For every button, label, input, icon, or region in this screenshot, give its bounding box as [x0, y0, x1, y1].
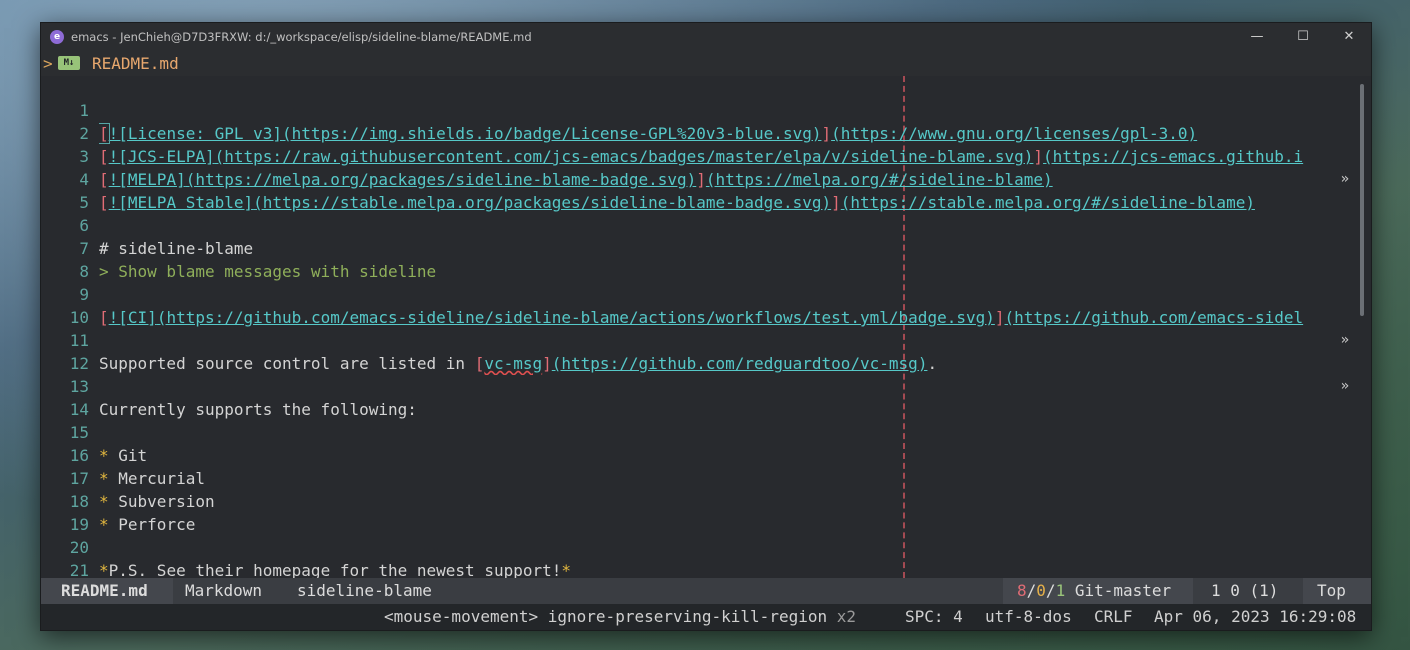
editor-line[interactable]: 13 Currently supports the following: [41, 352, 1351, 419]
echo-message: <mouse-movement> ignore-preserving-kill-… [384, 607, 857, 626]
editor-line[interactable]: 9 [![CI](https://github.com/emacs-sideli… [41, 260, 1351, 348]
editor-line[interactable]: 14 [41, 375, 1351, 419]
editor-line[interactable]: 10 [41, 283, 1351, 327]
echo-area[interactable]: <mouse-movement> ignore-preserving-kill-… [41, 604, 1371, 630]
emacs-icon: e [50, 30, 64, 44]
editor-line[interactable]: 4 [![MELPA Stable](https://stable.melpa.… [41, 145, 1351, 212]
line-number: 21 [69, 561, 89, 578]
modeline-vc-status[interactable]: 8/0/1 Git-master [1003, 578, 1193, 604]
buffer-file-name[interactable]: README.md [92, 51, 179, 76]
title-bar[interactable]: e emacs - JenChieh@D7D3FRXW: d:/_workspa… [41, 23, 1371, 51]
editor-line[interactable]: 11 Supported source control are listed i… [41, 306, 1351, 394]
editor-buffer[interactable]: 1 [![License: GPL v3](https://img.shield… [41, 76, 1371, 578]
modeline-buffer-name[interactable]: README.md [41, 578, 173, 604]
editor-line[interactable]: 2 [![JCS-ELPA](https://raw.githubusercon… [41, 99, 1351, 187]
editor-line[interactable]: 3 [![MELPA](https://melpa.org/packages/s… [41, 122, 1351, 189]
header-line: > M↓ README.md [41, 51, 1371, 76]
markdown-icon: M↓ [58, 56, 80, 70]
editor-line[interactable]: 18 * Perforce [41, 467, 1351, 534]
clock: Apr 06, 2023 16:29:08 [1154, 607, 1357, 626]
editor-line[interactable]: 21 [41, 536, 1351, 578]
editor-line[interactable]: 15 * Git [41, 398, 1351, 465]
indent-info: SPC: 4 [905, 607, 963, 626]
editor-line[interactable]: 1 [![License: GPL v3](https://img.shield… [41, 76, 1351, 144]
scrollbar[interactable] [1360, 84, 1364, 316]
maximize-button[interactable]: ☐ [1280, 25, 1326, 49]
editor-line[interactable]: 8 [41, 237, 1351, 281]
modeline-project: sideline-blame [297, 581, 432, 600]
editor-line[interactable]: 19 [41, 490, 1351, 534]
eol-info: CRLF [1094, 607, 1133, 626]
emacs-window: e emacs - JenChieh@D7D3FRXW: d:/_workspa… [40, 22, 1372, 631]
chevron-right-icon: > [43, 54, 53, 73]
editor-line[interactable]: 12 [41, 329, 1351, 373]
modeline-scroll: Top [1303, 578, 1371, 604]
encoding-info: utf-8-dos [985, 607, 1072, 626]
editor-line[interactable]: 5 [41, 168, 1351, 212]
window-title: emacs - JenChieh@D7D3FRXW: d:/_workspace… [71, 30, 532, 44]
mode-line: README.md Markdown sideline-blame 8/0/1 … [41, 578, 1371, 604]
emphasis-text: *P.S. See their homepage for the newest … [99, 561, 572, 578]
modeline-major-mode[interactable]: Markdown [173, 578, 285, 604]
editor-line[interactable]: 17 * Subversion [41, 444, 1351, 511]
minimize-button[interactable]: — [1234, 25, 1280, 49]
editor-line[interactable]: 16 * Mercurial [41, 421, 1351, 488]
editor-line[interactable]: 7 > Show blame messages with sideline [41, 214, 1351, 281]
modeline-position: 1 0 (1) [1193, 578, 1303, 604]
editor-line[interactable]: 6 # sideline-blame [41, 191, 1351, 258]
close-button[interactable]: ✕ [1326, 25, 1372, 49]
editor-line[interactable]: 20 *P.S. See their homepage for the newe… [41, 513, 1351, 578]
